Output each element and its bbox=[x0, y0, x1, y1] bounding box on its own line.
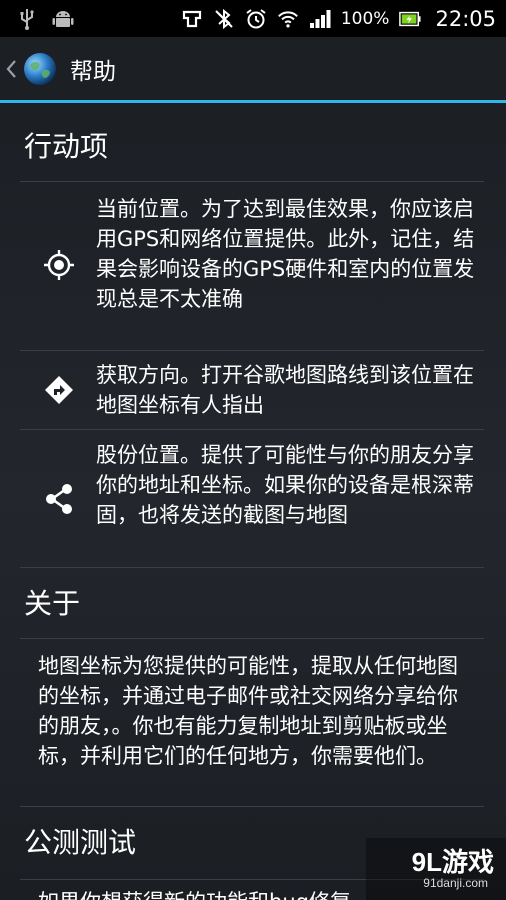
status-bar: 100% 22:05 bbox=[0, 0, 506, 37]
page-title: 帮助 bbox=[70, 58, 116, 85]
help-content[interactable]: 行动项 当前位置。为了达到最佳效果，你应该启用GPS和网络位置提供。此外，记住，… bbox=[0, 103, 506, 900]
divider bbox=[20, 350, 484, 351]
watermark: 9L游戏 91danji.com bbox=[366, 838, 506, 900]
about-text: 地图坐标为您提供的可能性，提取从任何地图的坐标，并通过电子邮件或社交网络分享给你… bbox=[38, 654, 458, 768]
action-get-directions[interactable]: 获取方向。打开谷歌地图路线到该位置在地图坐标有人指出 bbox=[96, 360, 484, 420]
section-header-about: 关于 bbox=[24, 587, 81, 620]
watermark-site: 91danji.com bbox=[423, 876, 488, 890]
divider bbox=[20, 567, 484, 568]
battery-icon bbox=[399, 8, 422, 30]
divider bbox=[20, 638, 484, 639]
android-icon bbox=[52, 8, 74, 30]
directions-icon bbox=[40, 371, 78, 409]
action-current-location[interactable]: 当前位置。为了达到最佳效果，你应该启用GPS和网络位置提供。此外，记住，结果会影… bbox=[96, 194, 484, 314]
divider bbox=[20, 806, 484, 807]
back-chevron-icon[interactable] bbox=[2, 54, 20, 84]
divider bbox=[20, 429, 484, 430]
action-bar: 帮助 bbox=[0, 37, 506, 100]
signal-icon bbox=[309, 8, 331, 30]
globe-icon[interactable] bbox=[22, 51, 58, 87]
watermark-logo: 9L游戏 bbox=[411, 847, 494, 877]
action-share-location[interactable]: 股份位置。提供了可能性与你的朋友分享你的地址和坐标。如果你的设备是根深蒂固，也将… bbox=[96, 440, 484, 530]
usb-icon bbox=[16, 8, 38, 30]
alarm-icon bbox=[245, 8, 267, 30]
share-icon bbox=[40, 480, 78, 518]
divider bbox=[20, 181, 484, 182]
app-notification-icon bbox=[181, 8, 203, 30]
wifi-icon bbox=[277, 8, 299, 30]
bluetooth-off-icon bbox=[213, 8, 235, 30]
crosshair-icon bbox=[40, 246, 78, 284]
section-header-actions: 行动项 bbox=[24, 130, 109, 163]
clock: 22:05 bbox=[435, 6, 496, 31]
battery-percent: 100% bbox=[340, 8, 390, 29]
section-header-beta: 公测测试 bbox=[24, 826, 137, 859]
